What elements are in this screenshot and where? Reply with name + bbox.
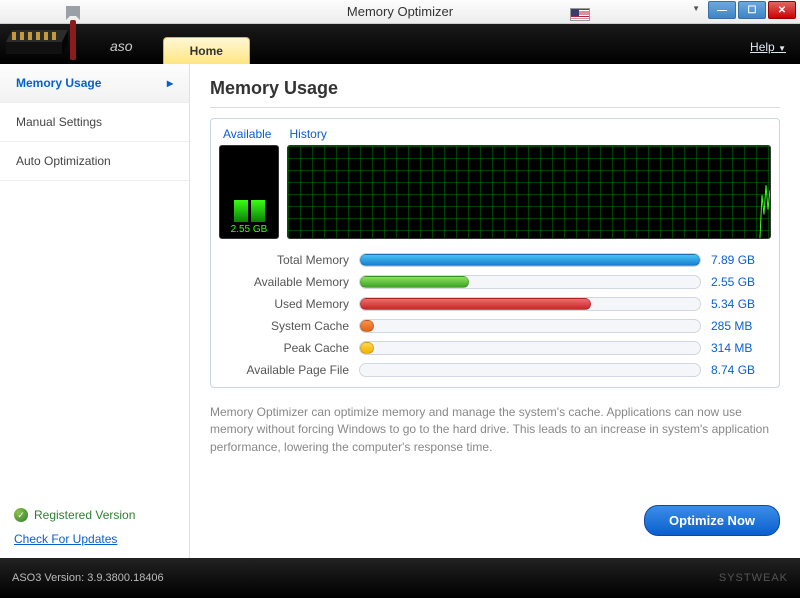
history-chart — [287, 145, 771, 239]
stat-value: 285 MB — [711, 319, 771, 333]
stat-value: 7.89 GB — [711, 253, 771, 267]
stat-value: 314 MB — [711, 341, 771, 355]
help-menu[interactable]: Help ▼ — [750, 40, 786, 54]
tab-home[interactable]: Home — [163, 37, 250, 64]
divider — [210, 107, 780, 108]
stat-label: Peak Cache — [219, 341, 349, 355]
stat-label: Available Page File — [219, 363, 349, 377]
stat-bar-fill — [360, 254, 700, 266]
us-flag-icon — [570, 8, 590, 21]
sidebar: Memory Usage ▸ Manual Settings Auto Opti… — [0, 64, 190, 558]
sidebar-item-label: Manual Settings — [16, 115, 102, 129]
stat-bar-fill — [360, 364, 700, 376]
check-for-updates-link[interactable]: Check For Updates — [14, 532, 117, 546]
stat-row: Used Memory 5.34 GB — [219, 297, 771, 311]
stat-bar-track — [359, 297, 701, 311]
stat-bar-fill — [360, 342, 374, 354]
locale-selector[interactable]: ▼ — [692, 4, 700, 13]
stat-value: 8.74 GB — [711, 363, 771, 377]
stat-bar-track — [359, 275, 701, 289]
sidebar-item-manual-settings[interactable]: Manual Settings — [0, 103, 189, 142]
footer: ASO3 Version: 3.9.3800.18406 SYSTWEAK — [0, 558, 800, 598]
sidebar-item-memory-usage[interactable]: Memory Usage ▸ — [0, 64, 189, 103]
stat-bar-fill — [360, 298, 591, 310]
chevron-down-icon: ▼ — [692, 4, 700, 13]
titlebar: Memory Optimizer ▼ — ☐ ✕ — [0, 0, 800, 24]
memory-chart-panel: Available History 2.55 GB Total Mem — [210, 118, 780, 388]
stat-label: Used Memory — [219, 297, 349, 311]
available-memory-gauge: 2.55 GB — [219, 145, 279, 239]
toolbar: aso Home Help ▼ — [0, 24, 800, 64]
minimize-button[interactable]: — — [708, 1, 736, 19]
available-chart-label: Available — [223, 127, 271, 141]
gauge-value: 2.55 GB — [231, 224, 268, 235]
stat-bar-fill — [360, 276, 469, 288]
stat-row: Available Memory 2.55 GB — [219, 275, 771, 289]
stat-label: Available Memory — [219, 275, 349, 289]
maximize-button[interactable]: ☐ — [738, 1, 766, 19]
registered-label: Registered Version — [34, 508, 135, 522]
chevron-right-icon: ▸ — [167, 76, 173, 90]
stat-value: 2.55 GB — [711, 275, 771, 289]
gauge-bar — [251, 200, 265, 222]
window-title: Memory Optimizer — [347, 4, 453, 19]
stat-row: System Cache 285 MB — [219, 319, 771, 333]
stat-bar-track — [359, 319, 701, 333]
stat-row: Total Memory 7.89 GB — [219, 253, 771, 267]
chevron-down-icon: ▼ — [778, 44, 786, 53]
sidebar-item-label: Memory Usage — [16, 76, 101, 90]
page-title: Memory Usage — [210, 78, 780, 99]
close-button[interactable]: ✕ — [768, 1, 796, 19]
content-area: Memory Usage Available History 2.55 GB — [190, 64, 800, 558]
stat-value: 5.34 GB — [711, 297, 771, 311]
memory-stats-list: Total Memory 7.89 GB Available Memory 2.55 … — [219, 253, 771, 377]
stat-bar-track — [359, 363, 701, 377]
app-logo-icon — [0, 2, 100, 67]
stat-label: System Cache — [219, 319, 349, 333]
optimize-now-button[interactable]: Optimize Now — [644, 505, 780, 536]
brand-label: aso — [110, 38, 133, 54]
stat-row: Peak Cache 314 MB — [219, 341, 771, 355]
stat-label: Total Memory — [219, 253, 349, 267]
watermark: SYSTWEAK — [719, 572, 788, 584]
registered-version-status: ✓ Registered Version — [0, 502, 189, 528]
stat-bar-fill — [360, 320, 374, 332]
check-circle-icon: ✓ — [14, 508, 28, 522]
stat-bar-track — [359, 341, 701, 355]
stat-row: Available Page File 8.74 GB — [219, 363, 771, 377]
sidebar-item-auto-optimization[interactable]: Auto Optimization — [0, 142, 189, 181]
stat-bar-track — [359, 253, 701, 267]
sidebar-item-label: Auto Optimization — [16, 154, 111, 168]
tab-home-label: Home — [190, 44, 223, 58]
gauge-bar — [234, 200, 248, 222]
description-text: Memory Optimizer can optimize memory and… — [210, 404, 780, 456]
history-chart-label: History — [289, 127, 326, 141]
version-label: ASO3 Version: 3.9.3800.18406 — [12, 572, 164, 584]
